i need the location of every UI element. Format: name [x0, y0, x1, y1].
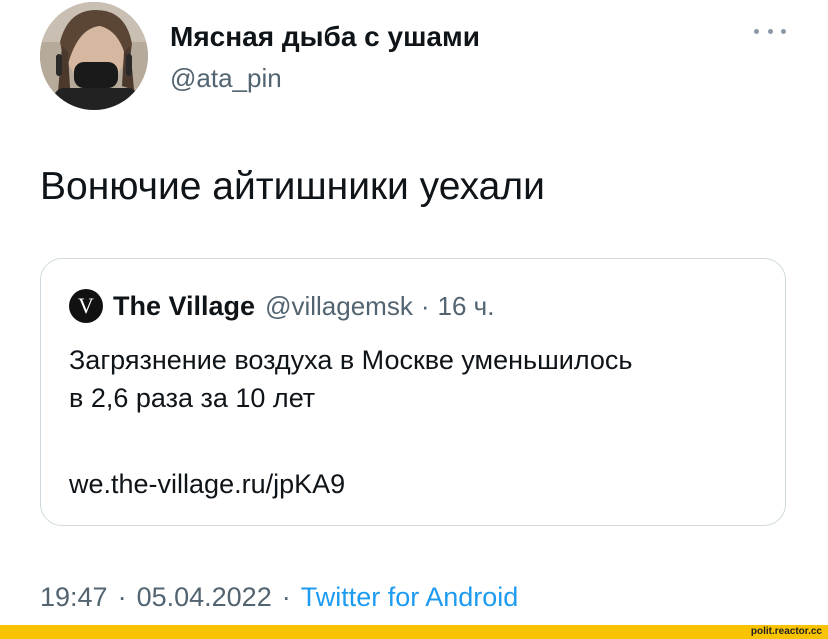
author-avatar[interactable] [40, 2, 148, 110]
quoted-tweet-link[interactable]: we.the-village.ru/jpKA9 [69, 467, 345, 501]
quoted-author-avatar: V [69, 289, 103, 323]
tweet-source-link[interactable]: Twitter for Android [301, 582, 519, 612]
watermark-text[interactable]: polit.reactor.cc [751, 625, 822, 639]
more-horizontal-icon[interactable] [754, 24, 786, 38]
author-handle[interactable]: @ata_pin [170, 62, 282, 94]
quoted-tweet-text-line: в 2,6 раза за 10 лет [69, 383, 316, 413]
author-display-name[interactable]: Мясная дыба с ушами [170, 20, 480, 54]
watermark-bar: polit.reactor.cc [0, 625, 828, 639]
tweet-text: Вонючие айтишники уехали [40, 165, 545, 208]
quoted-tweet-text-line: Загрязнение воздуха в Москве уменьшилось [69, 345, 633, 375]
tweet-time[interactable]: 19:47 [40, 582, 108, 612]
meta-separator: · [281, 582, 291, 612]
quoted-tweet-text: Загрязнение воздуха в Москве уменьшилось… [69, 341, 633, 417]
quoted-tweet-card[interactable]: V The Village @villagemsk · 16 ч. Загряз… [40, 258, 786, 526]
tweet-meta: 19:47 · 05.04.2022 · Twitter for Android [40, 580, 518, 614]
quoted-author-name: The Village [113, 290, 256, 321]
quoted-tweet-header: V The Village @villagemsk · 16 ч. [69, 289, 494, 323]
quoted-header-separator: · [420, 290, 430, 321]
more-dot [754, 28, 759, 34]
quoted-author-handle: @villagemsk [265, 290, 413, 321]
avatar-image [40, 2, 148, 110]
tweet-date[interactable]: 05.04.2022 [137, 582, 272, 612]
meta-separator: · [117, 582, 127, 612]
more-dot [767, 28, 773, 34]
more-dot [781, 28, 786, 34]
quoted-tweet-time: 16 ч. [437, 290, 495, 321]
